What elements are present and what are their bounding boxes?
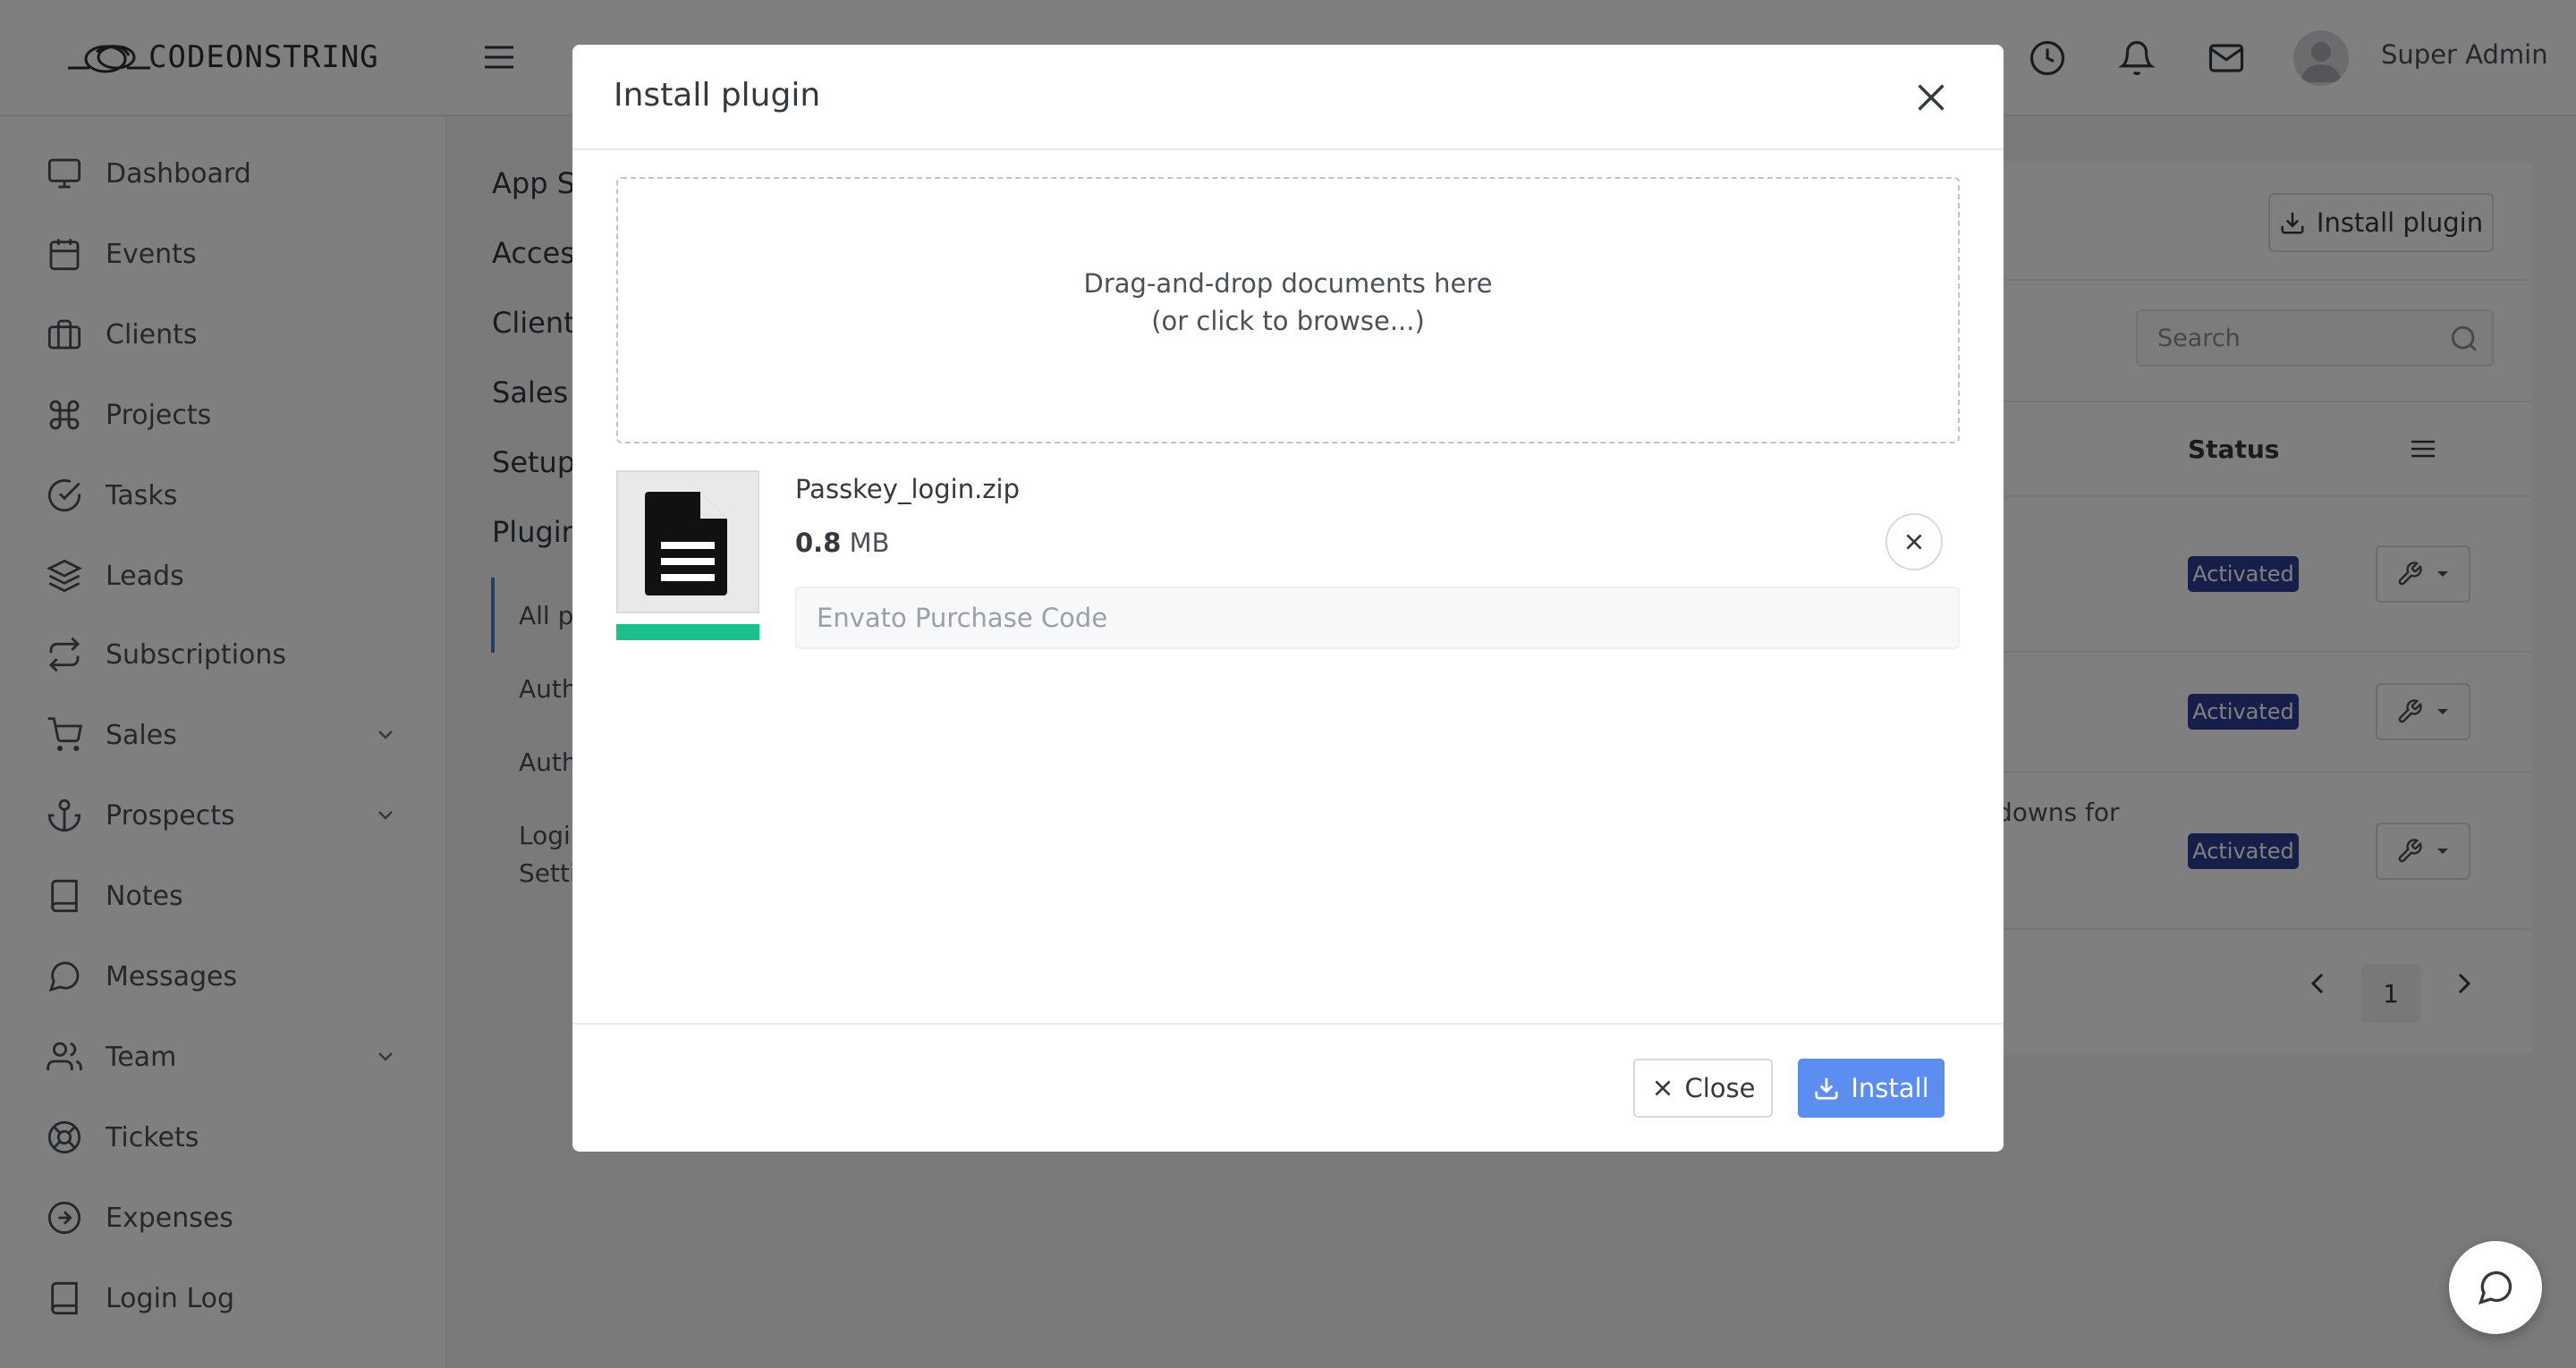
dropzone-browse-hint: (or click to browse...) xyxy=(1151,306,1425,336)
file-name: Passkey_login.zip xyxy=(795,474,1020,504)
install-plugin-modal: Install plugin Drag-and-drop documents h… xyxy=(572,45,2004,1152)
close-icon xyxy=(1654,1080,1671,1096)
close-icon xyxy=(1918,84,1945,111)
close-button-label: Close xyxy=(1684,1073,1756,1103)
file-thumbnail xyxy=(616,470,759,613)
chat-button[interactable] xyxy=(2449,1241,2542,1334)
install-button[interactable]: Install xyxy=(1798,1059,1945,1118)
modal-title: Install plugin xyxy=(614,77,821,114)
modal-footer xyxy=(572,1023,2004,1152)
remove-file-button[interactable] xyxy=(1885,513,1943,570)
file-dropzone[interactable]: Drag-and-drop documents here (or click t… xyxy=(616,177,1960,443)
file-size-value: 0.8 xyxy=(795,528,842,558)
purchase-code-input[interactable] xyxy=(795,587,1960,649)
file-size-unit: MB xyxy=(849,528,890,558)
close-button[interactable]: Close xyxy=(1633,1059,1773,1118)
document-icon xyxy=(645,492,727,595)
install-button-label: Install xyxy=(1851,1073,1929,1103)
close-icon xyxy=(1906,534,1922,550)
dropzone-instruction: Drag-and-drop documents here xyxy=(1083,268,1493,299)
upload-progress-bar xyxy=(616,624,759,640)
modal-header: Install plugin xyxy=(572,45,2004,150)
modal-close-button[interactable] xyxy=(1911,77,1952,118)
download-icon xyxy=(1815,1077,1838,1100)
file-size: 0.8 MB xyxy=(795,528,890,558)
message-circle-icon xyxy=(2478,1271,2512,1305)
